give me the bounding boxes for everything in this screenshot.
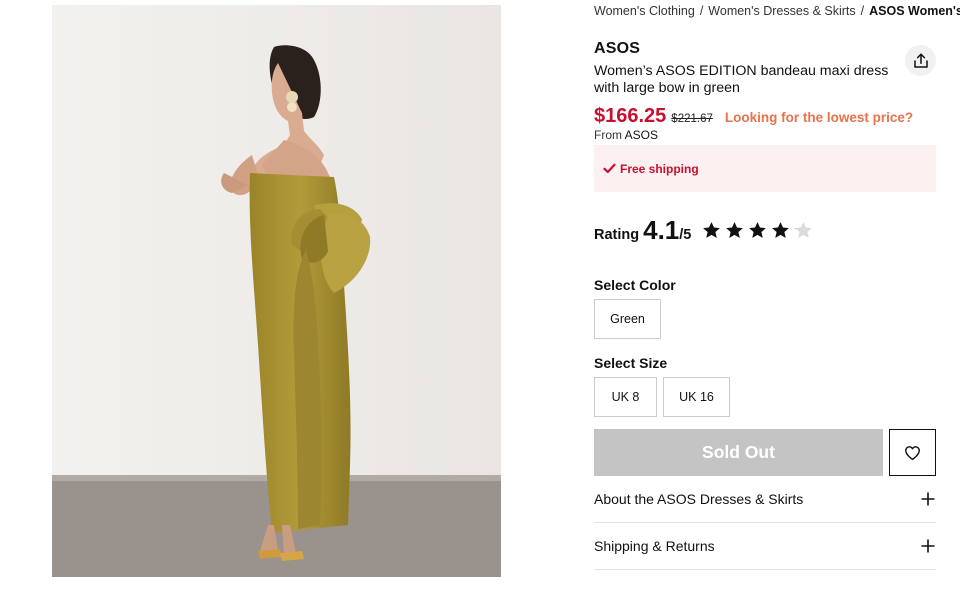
size-option-uk-16[interactable]: UK 16 [663,377,730,417]
share-icon [913,53,928,68]
color-option-green[interactable]: Green [594,299,661,339]
accordion-about[interactable]: About the ASOS Dresses & Skirts [594,476,936,523]
plus-icon [921,492,935,506]
seller-info: From ASOS [594,128,658,142]
breadcrumb-womens-clothing[interactable]: Women's Clothing [594,4,695,18]
breadcrumb-current[interactable]: ASOS Women's D [869,4,960,18]
product-photo [52,5,501,577]
sold-out-button[interactable]: Sold Out [594,429,883,476]
breadcrumb-womens-dresses-skirts[interactable]: Women's Dresses & Skirts [708,4,855,18]
heart-icon [905,445,920,460]
from-label: From [594,128,622,142]
product-image[interactable] [52,5,501,577]
shipping-banner: Free shipping [594,145,936,192]
lowest-price-link[interactable]: Looking for the lowest price? [725,110,913,125]
original-price: $221.67 [671,113,713,125]
breadcrumb: Women's Clothing / Women's Dresses & Skirt… [594,3,960,19]
size-option-uk-8[interactable]: UK 8 [594,377,657,417]
share-button[interactable] [905,45,936,76]
star-filled-icon [702,221,721,240]
free-shipping-text: Free shipping [620,161,699,176]
breadcrumb-separator: / [860,4,865,18]
select-color-label: Select Color [594,277,676,293]
rating: Rating 4.1 /5 [594,215,691,246]
check-icon [603,163,616,174]
star-filled-icon [771,221,790,240]
seller-name[interactable]: ASOS [625,128,658,142]
accordion-shipping-returns[interactable]: Shipping & Returns [594,523,936,570]
rating-out-of: /5 [679,227,692,243]
current-price: $166.25 [594,105,667,127]
star-filled-icon [725,221,744,240]
select-size-label: Select Size [594,355,668,371]
star-filled-icon [748,221,767,240]
product-title: Women’s ASOS EDITION bandeau maxi dress … [594,63,889,96]
rating-stars[interactable] [702,221,813,240]
breadcrumb-separator: / [699,4,704,18]
wishlist-button[interactable] [889,429,936,476]
rating-value: 4.1 [643,215,680,245]
star-partial-icon [794,221,813,240]
accordion-shipping-label: Shipping & Returns [594,538,715,554]
rating-label: Rating [594,227,640,243]
plus-icon [921,539,935,553]
accordion-about-label: About the ASOS Dresses & Skirts [594,491,804,507]
price-row: $166.25 $221.67 Looking for the lowest p… [594,105,913,128]
brand-name[interactable]: ASOS [594,40,640,58]
